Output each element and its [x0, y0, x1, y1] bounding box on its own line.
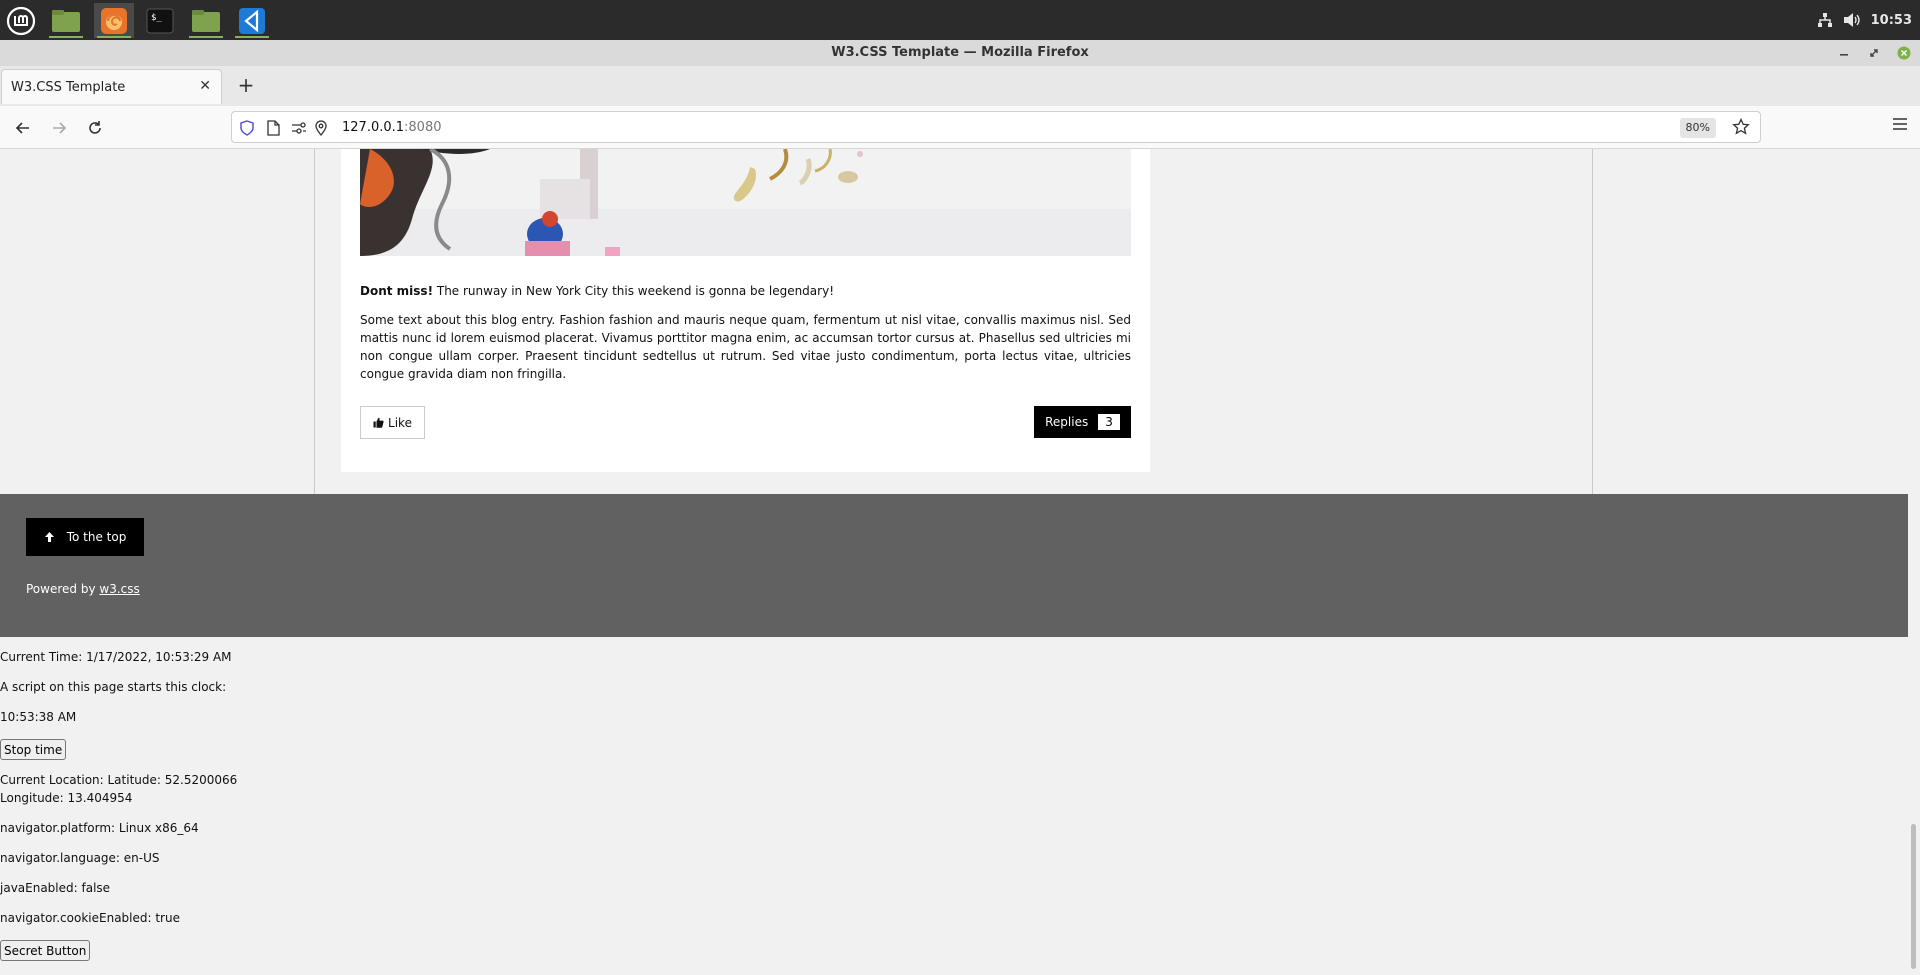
- longitude-text: Longitude: 13.404954: [0, 791, 133, 805]
- language-text: navigator.language: en-US: [0, 851, 160, 865]
- replies-count-badge: 3: [1098, 414, 1120, 430]
- url-text[interactable]: 127.0.0.1:8080: [342, 120, 442, 135]
- firefox-icon[interactable]: [94, 3, 134, 38]
- url-bar[interactable]: 127.0.0.1:8080 80%: [231, 111, 1761, 143]
- reload-icon[interactable]: [83, 116, 107, 140]
- taskbar-clock[interactable]: 10:53: [1871, 13, 1912, 28]
- blog-body: Some text about this blog entry. Fashion…: [360, 313, 1131, 381]
- terminal-icon[interactable]: $_: [140, 3, 180, 38]
- back-icon[interactable]: [11, 116, 35, 140]
- location-icon[interactable]: [312, 119, 330, 137]
- w3css-link[interactable]: w3.css: [99, 582, 139, 596]
- tab-w3css-template[interactable]: W3.CSS Template ✕: [1, 69, 222, 104]
- cookie-enabled-text: navigator.cookieEnabled: true: [0, 911, 180, 925]
- to-the-top-button[interactable]: To the top: [26, 518, 144, 556]
- to-the-top-label: To the top: [66, 530, 127, 544]
- stop-time-button[interactable]: Stop time: [0, 739, 67, 760]
- window-title: W3.CSS Template — Mozilla Firefox: [831, 45, 1089, 60]
- blog-lead-text: The runway in New York City this weekend…: [433, 284, 834, 298]
- shield-icon[interactable]: [238, 119, 256, 137]
- tab-strip: W3.CSS Template ✕ +: [0, 66, 1920, 106]
- powered-by: Powered by w3.css: [26, 582, 140, 596]
- minimize-icon[interactable]: [1836, 45, 1852, 61]
- system-tray: 10:53: [1817, 0, 1920, 40]
- java-enabled-text: javaEnabled: false: [0, 881, 111, 895]
- url-host: 127.0.0.1: [342, 120, 405, 135]
- page-viewport: Dont miss! The runway in New York City t…: [0, 149, 1920, 975]
- forward-icon[interactable]: [47, 116, 71, 140]
- like-button[interactable]: Like: [360, 406, 425, 439]
- maximize-icon[interactable]: [1866, 45, 1882, 61]
- page-footer: To the top Powered by w3.css: [0, 494, 1908, 637]
- clock-value: 10:53:38 AM: [0, 710, 77, 724]
- like-label: Like: [388, 415, 412, 430]
- svg-text:$_: $_: [151, 13, 162, 23]
- os-taskbar: $_ 10:53: [0, 0, 1920, 40]
- platform-text: navigator.platform: Linux x86_64: [0, 821, 199, 835]
- blog-image: [360, 149, 1131, 256]
- volume-icon[interactable]: [1843, 12, 1861, 28]
- new-tab-button[interactable]: +: [236, 74, 256, 96]
- secret-button[interactable]: Secret Button: [0, 940, 91, 961]
- blog-lead-bold: Dont miss!: [360, 284, 434, 298]
- bookmark-star-icon[interactable]: [1732, 117, 1750, 140]
- navigation-toolbar: 127.0.0.1:8080 80%: [0, 106, 1920, 149]
- vscode-icon[interactable]: [232, 3, 272, 38]
- page-scrollbar[interactable]: [1911, 824, 1916, 969]
- menu-icon[interactable]: [1892, 117, 1908, 135]
- tab-close-icon[interactable]: ✕: [199, 78, 211, 94]
- blog-card: Dont miss! The runway in New York City t…: [341, 149, 1150, 472]
- files-icon[interactable]: [46, 3, 86, 38]
- mint-menu-icon[interactable]: [1, 3, 41, 38]
- latitude-text: Current Location: Latitude: 52.5200066: [0, 773, 238, 787]
- current-time-text: Current Time: 1/17/2022, 10:53:29 AM: [0, 650, 232, 664]
- arrow-up-icon: [44, 532, 54, 542]
- tab-title: W3.CSS Template: [11, 80, 126, 95]
- window-titlebar: W3.CSS Template — Mozilla Firefox: [0, 40, 1920, 66]
- column-divider: [314, 149, 315, 494]
- folder-icon[interactable]: [186, 3, 226, 38]
- powered-by-prefix: Powered by: [26, 582, 100, 596]
- page-icon[interactable]: [264, 119, 282, 137]
- url-port: :8080: [404, 120, 442, 135]
- thumbs-up-icon: [373, 417, 384, 428]
- replies-label: Replies: [1045, 415, 1089, 429]
- permissions-icon[interactable]: [290, 119, 308, 137]
- clock-intro-text: A script on this page starts this clock:: [0, 680, 227, 694]
- zoom-level-badge[interactable]: 80%: [1679, 118, 1716, 138]
- column-divider: [1592, 149, 1593, 494]
- network-icon[interactable]: [1817, 12, 1833, 28]
- replies-button[interactable]: Replies 3: [1034, 406, 1131, 438]
- close-window-icon[interactable]: [1896, 45, 1912, 61]
- blog-lead: Dont miss! The runway in New York City t…: [360, 282, 1131, 300]
